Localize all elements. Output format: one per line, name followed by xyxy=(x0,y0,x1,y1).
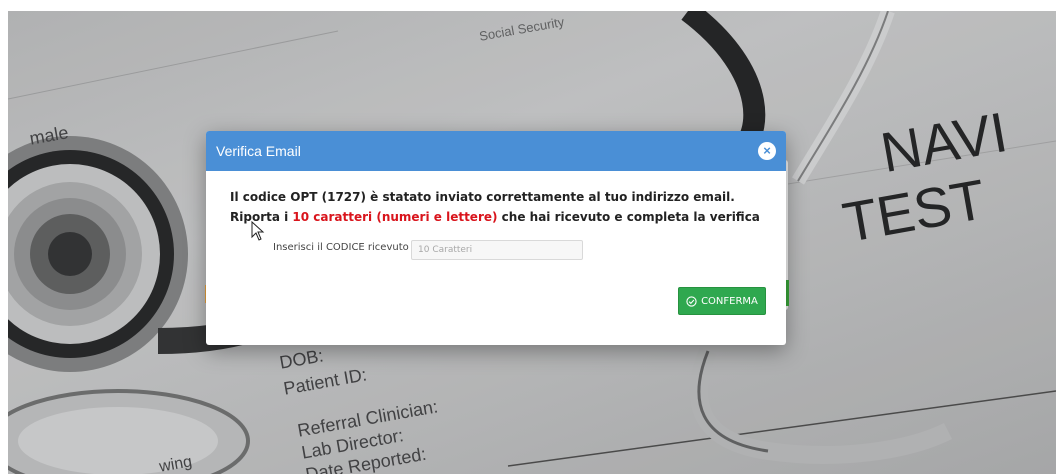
mouse-cursor-icon xyxy=(251,221,265,241)
message-line-2-suffix: che hai ricevuto e completa la verifica xyxy=(497,210,760,224)
verify-email-modal: Verifica Email × Il codice OPT (1727) è … xyxy=(206,131,786,345)
close-icon[interactable]: × xyxy=(758,142,776,160)
confirm-button-label: CONFERMA xyxy=(701,295,758,307)
message-line-2: Riporta i 10 caratteri (numeri e lettere… xyxy=(230,210,760,224)
code-input[interactable] xyxy=(411,240,583,260)
check-circle-icon xyxy=(686,295,697,307)
confirm-button[interactable]: CONFERMA xyxy=(678,287,766,315)
code-field-label: Inserisci il CODICE ricevuto xyxy=(273,242,409,253)
modal-header: Verifica Email × xyxy=(206,131,786,171)
message-line-1: Il codice OPT (1727) è statato inviato c… xyxy=(230,190,735,204)
message-highlight: 10 caratteri (numeri e lettere) xyxy=(292,210,498,224)
modal-title: Verifica Email xyxy=(216,143,301,159)
